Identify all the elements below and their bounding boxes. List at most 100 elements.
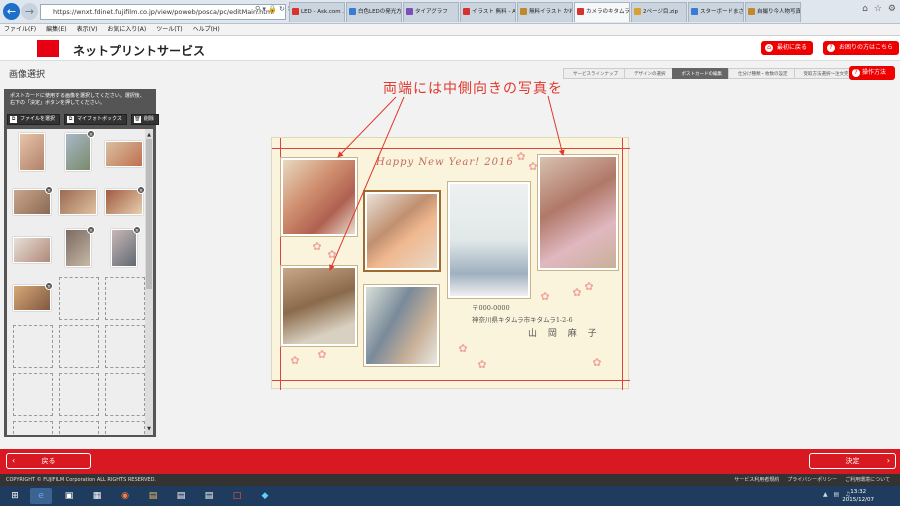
- thumbnail-image[interactable]: [111, 229, 137, 267]
- menu-item[interactable]: お気に入り(A): [107, 24, 146, 35]
- flower-decoration-icon: ✿: [592, 356, 602, 369]
- browser-tab[interactable]: 自撮り今人物写真...: [745, 2, 801, 22]
- favorites-star-icon[interactable]: ☆: [874, 4, 882, 14]
- card-photo-slot[interactable]: [448, 182, 530, 298]
- card-photo-slot[interactable]: [364, 285, 439, 366]
- browser-tab[interactable]: 2ページ目.zip: [631, 2, 687, 22]
- help-button[interactable]: ? お困りの方はこちら: [823, 41, 900, 55]
- thumbnail-item[interactable]: [59, 181, 99, 224]
- site-title: ネットプリントサービス: [73, 44, 206, 58]
- app-icon[interactable]: □: [226, 488, 248, 504]
- app-icon[interactable]: ▤: [170, 488, 192, 504]
- app-icon[interactable]: ▣: [58, 488, 80, 504]
- remove-thumbnail-icon[interactable]: ×: [87, 226, 95, 234]
- remove-thumbnail-icon[interactable]: ×: [45, 282, 53, 290]
- browser-tab[interactable]: 無料イラスト かわい...: [517, 2, 573, 22]
- menu-bar: ファイル(F) 編集(E) 表示(V) お気に入り(A) ツール(T) ヘルプ(H): [0, 24, 900, 36]
- app-icon[interactable]: ▦: [86, 488, 108, 504]
- tab-favicon-icon: [349, 8, 356, 15]
- empty-thumbnail-slot: [105, 277, 145, 320]
- empty-thumbnail-slot: [105, 421, 145, 435]
- address-bar[interactable]: https://wnxt.fdinet.fujifilm.co.jp/view/…: [40, 4, 286, 20]
- confirm-button[interactable]: 決定 ›: [809, 453, 896, 469]
- folder-icon[interactable]: ▤: [142, 488, 164, 504]
- thumbnail-item[interactable]: [13, 229, 53, 272]
- thumbnail-item[interactable]: ×: [59, 130, 99, 176]
- my-photobox-button[interactable]: ⧉ マイフォトボックス: [64, 114, 127, 125]
- thumbnail-image[interactable]: [13, 237, 51, 263]
- menu-item[interactable]: 編集(E): [46, 24, 66, 35]
- footer-link[interactable]: プライバシーポリシー: [787, 474, 837, 486]
- kitamura-logo[interactable]: [37, 40, 59, 57]
- clock[interactable]: 13:32 2015/12/07: [842, 488, 874, 504]
- window-controls: ⌂ ☆ ⚙: [862, 4, 896, 14]
- scroll-thumb[interactable]: [146, 139, 152, 289]
- internet-explorer-icon[interactable]: e: [30, 488, 52, 504]
- back-button[interactable]: ‹ 戻る: [6, 453, 91, 469]
- app-icon[interactable]: ◆: [254, 488, 276, 504]
- card-photo-slot[interactable]: [538, 155, 618, 270]
- remove-thumbnail-icon[interactable]: ×: [87, 130, 95, 138]
- footer-link[interactable]: サービス利用者規約: [734, 474, 779, 486]
- menu-item[interactable]: ヘルプ(H): [193, 24, 220, 35]
- card-photo-slot[interactable]: [281, 158, 357, 236]
- thumbnail-item[interactable]: [13, 133, 53, 176]
- clock-date: 2015/12/07: [842, 497, 874, 503]
- thumbnail-item[interactable]: ×: [105, 181, 145, 224]
- howto-button[interactable]: ? 操作方法: [849, 66, 895, 80]
- browser-toolbar: ← → https://wnxt.fdinet.fujifilm.co.jp/v…: [0, 0, 900, 24]
- remove-thumbnail-icon[interactable]: ×: [133, 226, 141, 234]
- top-button[interactable]: ⌂ 最初に戻る: [761, 41, 814, 55]
- thumbnail-item[interactable]: ×: [59, 226, 99, 272]
- app-icon[interactable]: ◉: [114, 488, 136, 504]
- browser-tab[interactable]: LED - Ask.com ...: [289, 2, 345, 22]
- flower-decoration-icon: ✿: [516, 150, 526, 163]
- scroll-down-icon[interactable]: ▼: [145, 425, 153, 433]
- flower-decoration-icon: ✿: [477, 358, 487, 371]
- remove-thumbnail-icon[interactable]: ×: [45, 186, 53, 194]
- thumbnail-item[interactable]: [105, 133, 145, 176]
- panel-instructions: ポストカードに使用する画像を選択してください。選択後、右下の「決定」ボタンを押し…: [10, 93, 145, 106]
- forward-arrow-icon[interactable]: →: [21, 3, 38, 20]
- app-icon[interactable]: ▤: [198, 488, 220, 504]
- settings-gear-icon[interactable]: ⚙: [888, 4, 896, 14]
- thumbnail-image[interactable]: [65, 229, 91, 267]
- home-icon: ⌂: [765, 44, 773, 52]
- scroll-up-icon[interactable]: ▲: [145, 131, 153, 139]
- browser-tab[interactable]: カメラのキタムラ...: [574, 2, 630, 22]
- address-tools[interactable]: ⚲ ▾ 🔒 ↻ ✕: [255, 5, 293, 13]
- browser-tab[interactable]: 白色LEDの発光方...: [346, 2, 402, 22]
- tab-label: タイアグラフ: [415, 9, 448, 15]
- card-photo-slot[interactable]: [281, 266, 357, 346]
- back-arrow-icon[interactable]: ←: [3, 3, 20, 20]
- footer-link[interactable]: ご利用環境について: [845, 474, 890, 486]
- thumbnail-image[interactable]: [65, 133, 91, 171]
- chevron-right-icon: ›: [886, 456, 890, 465]
- thumbnail-image[interactable]: [59, 189, 97, 215]
- menu-item[interactable]: 表示(V): [77, 24, 98, 35]
- browser-tab[interactable]: スターボードまさくれ...: [688, 2, 744, 22]
- panel-scrollbar[interactable]: ▲ ▼: [145, 129, 153, 435]
- thumbnail-scroll-area[interactable]: × × × × × ×: [7, 129, 145, 435]
- browser-tab[interactable]: イラスト 無料 - A...: [460, 2, 516, 22]
- card-photo-slot[interactable]: [365, 192, 439, 270]
- menu-item[interactable]: ツール(T): [156, 24, 182, 35]
- tab-favicon-icon: [634, 8, 641, 15]
- windows-start-icon[interactable]: ⊞: [4, 488, 26, 504]
- thumbnail-image[interactable]: [105, 141, 143, 167]
- howto-label: 操作方法: [862, 69, 887, 76]
- tab-label: LED - Ask.com ...: [301, 9, 345, 15]
- card-guide-line: [622, 138, 623, 390]
- home-icon[interactable]: ⌂: [862, 4, 868, 14]
- delete-button[interactable]: 🗑 削除: [130, 114, 159, 125]
- menu-item[interactable]: ファイル(F): [4, 24, 36, 35]
- remove-thumbnail-icon[interactable]: ×: [137, 186, 145, 194]
- thumbnail-item[interactable]: ×: [13, 277, 53, 320]
- flower-decoration-icon: ✿: [528, 160, 538, 173]
- browser-tab[interactable]: タイアグラフ: [403, 2, 459, 22]
- thumbnail-image[interactable]: [19, 133, 45, 171]
- card-guide-line: [272, 380, 630, 381]
- file-select-button[interactable]: ⧉ ファイルを選択: [7, 114, 61, 125]
- thumbnail-item[interactable]: ×: [13, 181, 53, 224]
- thumbnail-item[interactable]: ×: [105, 226, 145, 272]
